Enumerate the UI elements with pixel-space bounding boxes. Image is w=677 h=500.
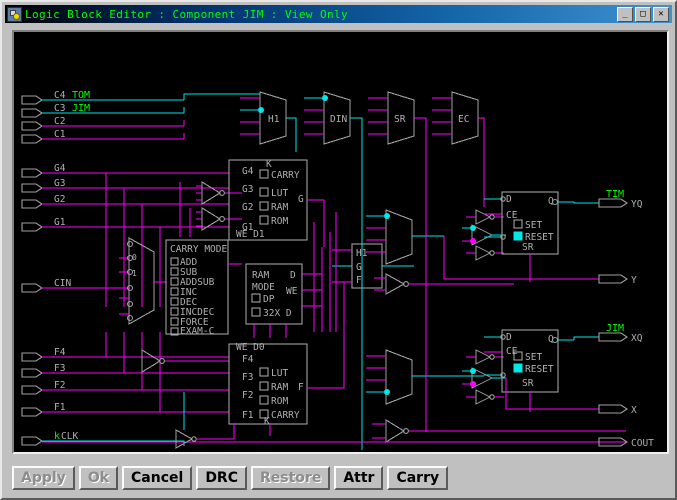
- pin-label-g1: G1: [54, 217, 66, 228]
- pin-label-f3: F3: [54, 363, 65, 374]
- drc-button[interactable]: DRC: [196, 466, 247, 490]
- mid-mux-column: [366, 210, 626, 442]
- pin-label-cout: COUT: [631, 438, 654, 449]
- svg-text:SET: SET: [525, 220, 542, 231]
- output-pin-labels: TIM YQ Y JIM XQ X COUT: [606, 189, 654, 449]
- g-buffer-gates: [180, 182, 242, 237]
- schematic-svg: .m{stroke:#ff00ff;stroke-width:1.1;fill:…: [14, 32, 667, 452]
- pin-label-g2: G2: [54, 194, 65, 205]
- pin-label-f2: F2: [54, 380, 65, 391]
- logic-block-icon: [7, 7, 22, 22]
- f-input-wires: [42, 332, 229, 412]
- svg-text:D: D: [506, 332, 512, 343]
- svg-text:CARRY: CARRY: [271, 170, 300, 181]
- pin-label-c1: C1: [54, 129, 66, 140]
- pin-label-c2: C2: [54, 116, 65, 127]
- svg-text:SET: SET: [525, 352, 542, 363]
- schematic-sheet: .m{stroke:#ff00ff;stroke-width:1.1;fill:…: [14, 32, 667, 452]
- pin-net-yq: TIM: [606, 189, 624, 200]
- title-bar[interactable]: Logic Block Editor : Component JIM : Vie…: [5, 5, 672, 23]
- vertical-bus: [314, 152, 426, 450]
- pin-label-f1: F1: [54, 402, 66, 413]
- svg-text:D: D: [506, 194, 512, 205]
- svg-text:H1: H1: [268, 114, 280, 125]
- pin-label-g3: G3: [54, 178, 65, 189]
- pin-label-clk: CLK: [61, 431, 78, 442]
- svg-text:RAM: RAM: [271, 382, 288, 393]
- window-controls: _ □ ✕: [617, 7, 672, 22]
- svg-text:RESET: RESET: [525, 232, 554, 243]
- svg-text:CE: CE: [506, 210, 518, 221]
- svg-text:ROM: ROM: [271, 396, 288, 407]
- svg-text:SR: SR: [522, 242, 534, 253]
- schematic-canvas[interactable]: .m{stroke:#ff00ff;stroke-width:1.1;fill:…: [12, 30, 669, 454]
- svg-text:RAM: RAM: [252, 270, 269, 281]
- restore-button[interactable]: Restore: [251, 466, 330, 490]
- pin-label-c3: C3: [54, 103, 65, 114]
- svg-text:LUT: LUT: [271, 188, 288, 199]
- clk-buffer: [176, 392, 234, 448]
- svg-text:G4: G4: [242, 166, 254, 177]
- pin-net-c3: JIM: [72, 103, 90, 114]
- svg-text:F: F: [298, 382, 304, 393]
- svg-text:K: K: [266, 159, 272, 170]
- svg-text:MODE: MODE: [252, 282, 275, 293]
- apply-button[interactable]: Apply: [12, 466, 75, 490]
- svg-text:G2: G2: [242, 202, 253, 213]
- svg-text:F3: F3: [242, 372, 253, 383]
- svg-text:F: F: [356, 275, 362, 286]
- svg-text:F2: F2: [242, 390, 253, 401]
- cancel-button[interactable]: Cancel: [122, 466, 192, 490]
- y-flipflop: D CE Q SR SET RESET: [484, 192, 574, 282]
- pin-label-y: Y: [631, 275, 637, 286]
- svg-text:F4: F4: [242, 354, 254, 365]
- carry-mode-box: CARRY MODE ADD SUB ADDSUB INC DEC INCDEC…: [166, 240, 242, 337]
- minimize-button[interactable]: _: [617, 7, 633, 22]
- maximize-button[interactable]: □: [635, 7, 651, 22]
- svg-text:EXAM-C: EXAM-C: [180, 326, 214, 337]
- svg-text:WE D1: WE D1: [236, 229, 265, 240]
- svg-text:D: D: [290, 270, 296, 281]
- svg-text:RAM: RAM: [271, 202, 288, 213]
- svg-text:G3: G3: [242, 184, 253, 195]
- svg-text:WE: WE: [286, 286, 298, 297]
- input-pin-symbols: [22, 96, 42, 445]
- pin-label-g4: G4: [54, 163, 66, 174]
- svg-text:SR: SR: [394, 114, 406, 125]
- svg-text:CARRY MODE: CARRY MODE: [170, 244, 227, 255]
- g-function-block: G4 G3 G2 G1 K G WE D1 CARRY LUT RAM ROM: [229, 159, 324, 247]
- pin-label-c4: C4: [54, 90, 66, 101]
- logic-block-editor-window: Logic Block Editor : Component JIM : Vie…: [0, 0, 677, 500]
- svg-text:WE D0: WE D0: [236, 342, 265, 353]
- pin-net-c4: TOM: [72, 90, 90, 101]
- attr-button[interactable]: Attr: [334, 466, 383, 490]
- svg-text:SR: SR: [522, 378, 534, 389]
- ram-mode-box: RAM MODE D WE DP 32X D: [246, 264, 322, 338]
- svg-text:1: 1: [132, 269, 137, 278]
- pin-net-xq: JIM: [606, 323, 624, 334]
- window-title: Logic Block Editor : Component JIM : Vie…: [25, 8, 348, 21]
- svg-text:32X D: 32X D: [263, 308, 292, 319]
- svg-text:G: G: [356, 262, 362, 273]
- hgf-select-box: H1 G F: [332, 244, 414, 288]
- svg-text:DIN: DIN: [330, 114, 347, 125]
- f-buffer-gate: [142, 350, 229, 372]
- pin-label-cin: CIN: [54, 278, 71, 289]
- button-bar: Apply Ok Cancel DRC Restore Attr Carry: [12, 464, 669, 492]
- pin-label-yq: YQ: [631, 199, 643, 210]
- svg-text:EC: EC: [458, 114, 469, 125]
- pin-net-clk: k: [54, 431, 60, 442]
- carry-button[interactable]: Carry: [387, 466, 448, 490]
- svg-text:RESET: RESET: [525, 364, 554, 375]
- close-button[interactable]: ✕: [653, 7, 669, 22]
- pin-label-xq: XQ: [631, 333, 643, 344]
- pin-label-f4: F4: [54, 347, 66, 358]
- svg-text:ROM: ROM: [271, 216, 288, 227]
- pin-label-x: X: [631, 405, 637, 416]
- svg-text:G: G: [298, 194, 304, 205]
- svg-text:DP: DP: [263, 294, 275, 305]
- svg-text:LUT: LUT: [271, 368, 288, 379]
- ok-button[interactable]: Ok: [79, 466, 118, 490]
- input-pin-labels: C4 TOM C3 JIM C2 C1 G4 G3 G2 G1 CIN F4 F…: [54, 90, 90, 442]
